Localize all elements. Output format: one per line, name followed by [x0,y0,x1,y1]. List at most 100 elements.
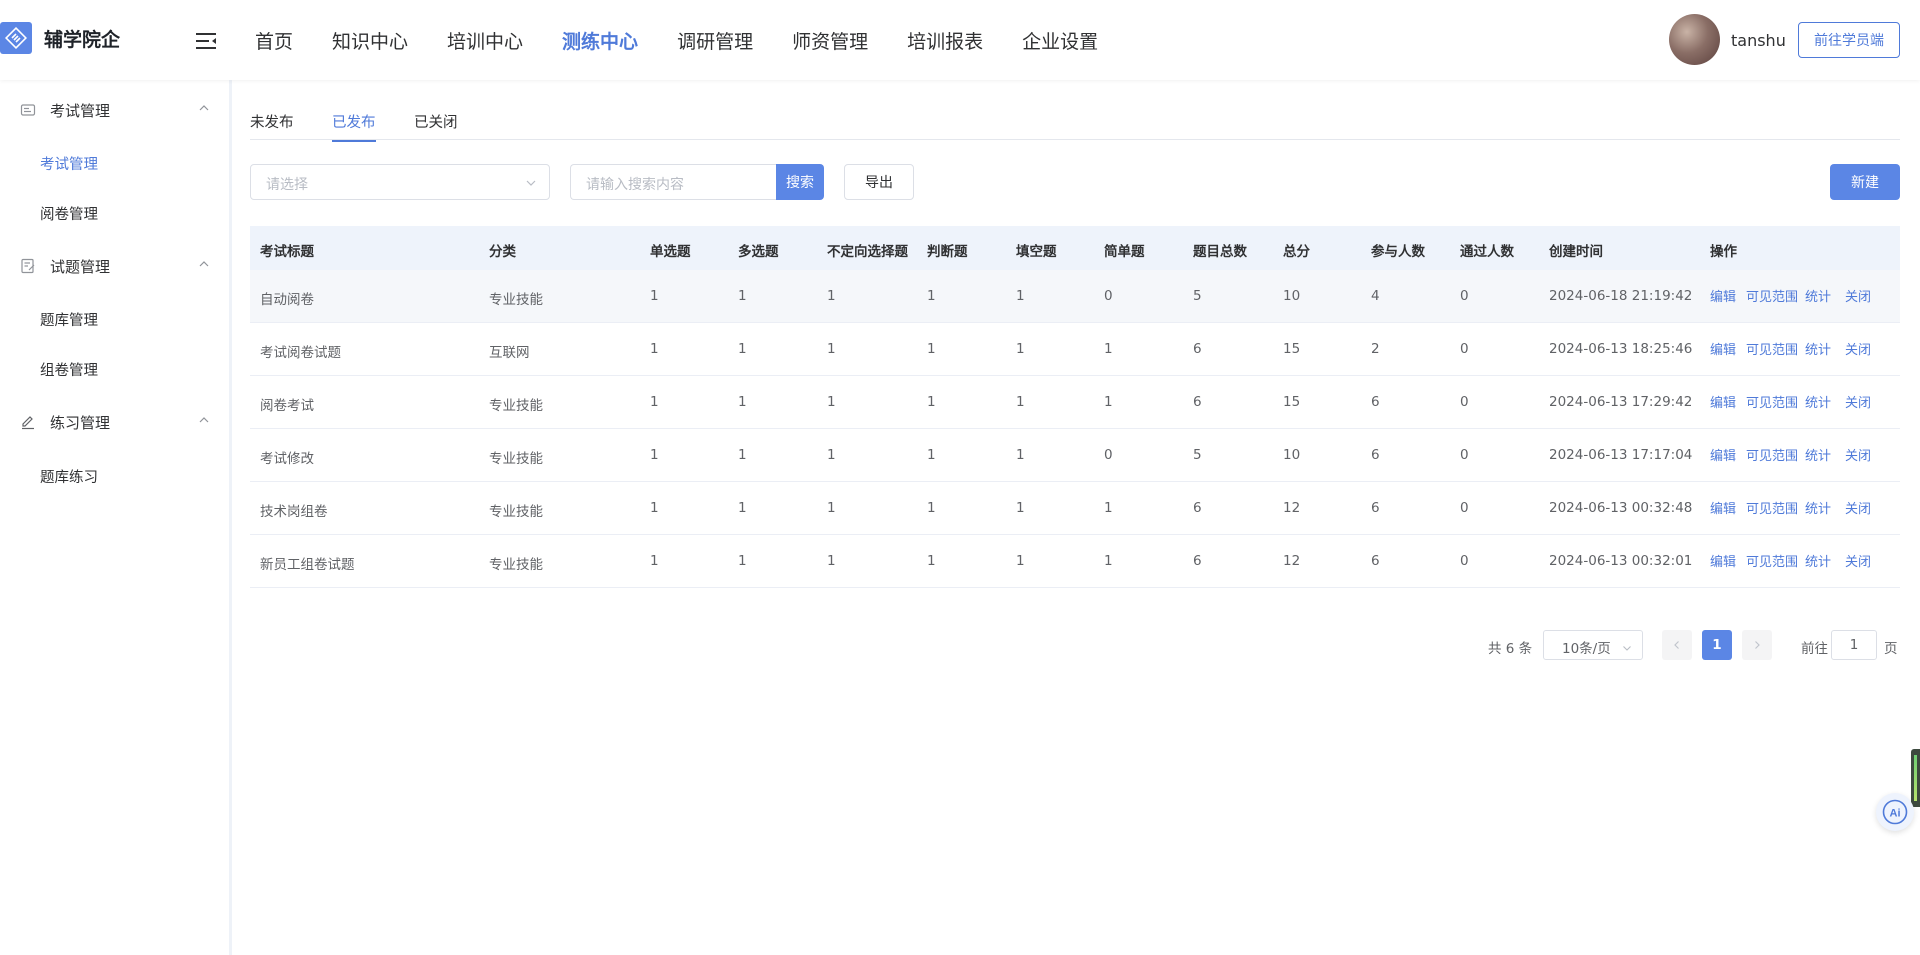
edit-link[interactable]: 编辑 [1710,339,1736,358]
stats-link[interactable]: 统计 [1805,392,1831,411]
close-link[interactable]: 关闭 [1845,551,1871,570]
nav-teachers[interactable]: 师资管理 [792,27,868,54]
cell-score: 12 [1283,553,1301,569]
visibility-link[interactable]: 可见范围 [1746,445,1798,464]
page-number-current[interactable]: 1 [1702,630,1732,660]
category-select[interactable]: 请选择 [250,164,550,200]
exam-table: 考试标题 分类 单选题 多选题 不定向选择题 判断题 填空题 简单题 题目总数 … [250,226,1900,588]
sidebar-group-questions[interactable]: 试题管理 [0,246,229,286]
nav-home[interactable]: 首页 [255,27,293,54]
stats-link[interactable]: 统计 [1805,498,1831,517]
table-row[interactable]: 阅卷考试 专业技能 1 1 1 1 1 1 6 15 6 0 2024-06-13 17:29:42 编辑… [250,376,1900,429]
goto-page-input[interactable]: 1 [1831,630,1877,660]
close-link[interactable]: 关闭 [1845,445,1871,464]
logo[interactable]: 辅学院企 [0,22,120,54]
sidebar-item-exam-manage[interactable]: 考试管理 [40,153,98,174]
prev-page-button[interactable] [1662,630,1692,660]
chevron-down-icon [1622,641,1632,651]
select-placeholder: 请选择 [266,177,308,193]
page-size-select[interactable]: 10条/页 [1543,630,1643,660]
cell-title: 考试修改 [260,451,314,467]
new-button[interactable]: 新建 [1830,164,1900,200]
col-created: 创建时间 [1549,244,1603,260]
visibility-link[interactable]: 可见范围 [1746,392,1798,411]
sidebar-item-paper-compose[interactable]: 组卷管理 [40,359,98,380]
stats-link[interactable]: 统计 [1805,286,1831,305]
sidebar-group-label: 练习管理 [50,414,111,432]
edit-link[interactable]: 编辑 [1710,498,1736,517]
col-short: 简单题 [1104,244,1145,260]
stats-link[interactable]: 统计 [1805,551,1831,570]
cell-single: 1 [650,553,659,569]
nav-reports[interactable]: 培训报表 [907,27,983,54]
menu-fold-icon[interactable] [196,32,218,50]
tab-unpublished[interactable]: 未发布 [250,111,294,140]
table-row[interactable]: 考试阅卷试题 互联网 1 1 1 1 1 1 6 15 2 0 2024-06-13 18:25:46 编… [250,323,1900,376]
col-indefinite: 不定向选择题 [827,244,908,260]
cell-score: 15 [1283,394,1301,410]
cell-title: 考试阅卷试题 [260,345,341,361]
next-page-button[interactable] [1742,630,1772,660]
go-student-button[interactable]: 前往学员端 [1798,22,1900,58]
avatar[interactable] [1669,14,1720,65]
cell-multi: 1 [738,553,747,569]
close-link[interactable]: 关闭 [1845,498,1871,517]
edit-link[interactable]: 编辑 [1710,392,1736,411]
visibility-link[interactable]: 可见范围 [1746,339,1798,358]
nav-settings[interactable]: 企业设置 [1022,27,1098,54]
exam-icon [20,102,36,118]
nav-knowledge[interactable]: 知识中心 [332,27,408,54]
table-row[interactable]: 自动阅卷 专业技能 1 1 1 1 1 0 5 10 4 0 2024-06-18 21:19:42 编辑… [250,270,1900,323]
sidebar-item-question-bank[interactable]: 题库管理 [40,309,98,330]
table-row[interactable]: 技术岗组卷 专业技能 1 1 1 1 1 1 6 12 6 0 2024-06-13 00:32:48 编… [250,482,1900,535]
edit-link[interactable]: 编辑 [1710,286,1736,305]
cell-multi: 1 [738,341,747,357]
nav-training[interactable]: 培训中心 [447,27,523,54]
sidebar-item-grading[interactable]: 阅卷管理 [40,203,98,224]
cell-indefinite: 1 [827,447,836,463]
chevron-up-icon [198,102,210,114]
stats-link[interactable]: 统计 [1805,445,1831,464]
sidebar-group-practice[interactable]: 练习管理 [0,402,229,442]
cell-indefinite: 1 [827,500,836,516]
visibility-link[interactable]: 可见范围 [1746,498,1798,517]
username[interactable]: tanshu [1731,31,1786,50]
export-button[interactable]: 导出 [844,164,914,200]
cell-participants: 6 [1371,394,1380,410]
nav-testing[interactable]: 测练中心 [562,27,638,54]
close-link[interactable]: 关闭 [1845,286,1871,305]
cell-title: 技术岗组卷 [260,504,328,520]
col-score: 总分 [1283,244,1310,260]
table-row[interactable]: 考试修改 专业技能 1 1 1 1 1 0 5 10 6 0 2024-06-13 17:17:04 编辑… [250,429,1900,482]
col-total-questions: 题目总数 [1193,244,1247,260]
table-header: 考试标题 分类 单选题 多选题 不定向选择题 判断题 填空题 简单题 题目总数 … [250,226,1900,270]
cell-passed: 0 [1460,500,1469,516]
cell-multi: 1 [738,447,747,463]
edit-link[interactable]: 编辑 [1710,445,1736,464]
tab-published[interactable]: 已发布 [332,111,376,142]
cell-total: 6 [1193,500,1202,516]
sidebar-item-bank-practice[interactable]: 题库练习 [40,466,98,487]
total-count: 共 6 条 [1488,641,1533,657]
side-widget[interactable] [1911,749,1920,807]
sidebar-group-label: 试题管理 [50,258,111,276]
ai-assistant-icon[interactable]: Ai [1876,793,1914,831]
table-row[interactable]: 新员工组卷试题 专业技能 1 1 1 1 1 1 6 12 6 0 2024-06-13 00:32:0… [250,535,1900,588]
cell-judge: 1 [927,341,936,357]
sidebar-group-exam[interactable]: 考试管理 [0,90,229,130]
nav-survey[interactable]: 调研管理 [677,27,753,54]
cell-category: 专业技能 [489,292,543,308]
stats-link[interactable]: 统计 [1805,339,1831,358]
cell-category: 互联网 [489,345,530,361]
search-button[interactable]: 搜索 [776,164,824,200]
tab-closed[interactable]: 已关闭 [414,111,458,140]
visibility-link[interactable]: 可见范围 [1746,286,1798,305]
close-link[interactable]: 关闭 [1845,339,1871,358]
visibility-link[interactable]: 可见范围 [1746,551,1798,570]
search-input[interactable]: 请输入搜索内容 [570,164,776,200]
edit-link[interactable]: 编辑 [1710,551,1736,570]
cell-multi: 1 [738,288,747,304]
close-link[interactable]: 关闭 [1845,392,1871,411]
cell-total: 6 [1193,341,1202,357]
cell-passed: 0 [1460,341,1469,357]
